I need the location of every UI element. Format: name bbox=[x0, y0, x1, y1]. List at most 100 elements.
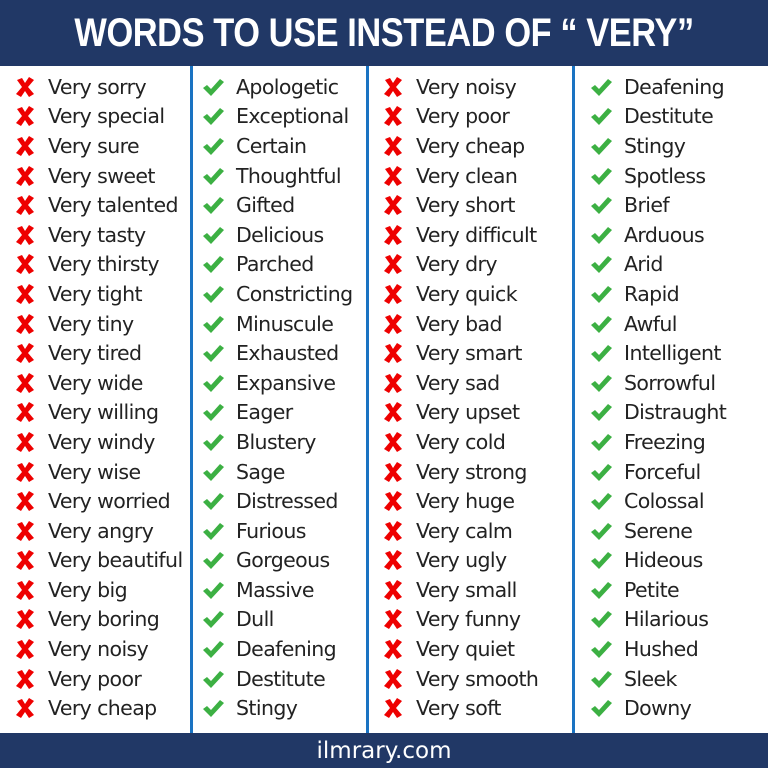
word-to-avoid-item: Very smooth bbox=[380, 664, 539, 694]
word-label: Serene bbox=[624, 518, 693, 543]
check-icon bbox=[200, 577, 226, 603]
word-to-avoid-item: Very tiny bbox=[12, 309, 183, 339]
column-alternatives-1: Apologetic Exceptional Certain Thoughtful Gi… bbox=[200, 72, 353, 723]
cross-icon bbox=[12, 133, 38, 159]
cross-icon bbox=[380, 429, 406, 455]
word-label: Very noisy bbox=[416, 74, 517, 99]
check-icon bbox=[200, 459, 226, 485]
word-to-avoid-item: Very big bbox=[12, 575, 183, 605]
alternative-word-item: Exceptional bbox=[200, 102, 353, 132]
word-to-avoid-item: Very smart bbox=[380, 338, 538, 368]
cross-icon bbox=[380, 340, 406, 366]
check-icon bbox=[588, 695, 614, 721]
word-to-avoid-item: Very clean bbox=[380, 161, 538, 191]
word-label: Very quiet bbox=[416, 637, 515, 662]
alternative-word-item: Stingy bbox=[588, 131, 726, 161]
cross-icon bbox=[380, 192, 406, 218]
check-icon bbox=[200, 340, 226, 366]
check-icon bbox=[200, 488, 226, 514]
column-divider bbox=[190, 66, 193, 733]
check-icon bbox=[200, 636, 226, 662]
check-icon bbox=[588, 606, 614, 632]
cross-icon bbox=[12, 459, 38, 485]
word-label: Very boring bbox=[48, 607, 160, 632]
word-to-avoid-item: Very sure bbox=[12, 131, 183, 161]
check-icon bbox=[200, 547, 226, 573]
word-label: Delicious bbox=[236, 222, 324, 247]
check-icon bbox=[200, 74, 226, 100]
word-label: Furious bbox=[236, 518, 306, 543]
cross-icon bbox=[380, 547, 406, 573]
check-icon bbox=[588, 488, 614, 514]
word-label: Very clean bbox=[416, 163, 518, 188]
word-label: Very huge bbox=[416, 489, 515, 514]
check-icon bbox=[200, 370, 226, 396]
alternative-word-item: Stingy bbox=[200, 693, 353, 723]
word-label: Very small bbox=[416, 577, 517, 602]
alternative-word-item: Intelligent bbox=[588, 338, 726, 368]
word-to-avoid-item: Very short bbox=[380, 190, 538, 220]
alternative-word-item: Freezing bbox=[588, 427, 726, 457]
word-label: Very angry bbox=[48, 518, 154, 543]
check-icon bbox=[588, 311, 614, 337]
word-label: Hideous bbox=[624, 548, 703, 573]
word-label: Very smooth bbox=[416, 666, 539, 691]
cross-icon bbox=[380, 281, 406, 307]
check-icon bbox=[588, 133, 614, 159]
word-label: Very strong bbox=[416, 459, 527, 484]
word-label: Very dry bbox=[416, 252, 498, 277]
alternative-word-item: Gorgeous bbox=[200, 546, 353, 576]
cross-icon bbox=[12, 429, 38, 455]
word-label: Gifted bbox=[236, 193, 295, 218]
word-to-avoid-item: Very calm bbox=[380, 516, 538, 546]
word-to-avoid-item: Very willing bbox=[12, 398, 183, 428]
alternative-word-item: Deafening bbox=[588, 72, 726, 102]
alternative-word-item: Massive bbox=[200, 575, 353, 605]
alternative-word-item: Rapid bbox=[588, 279, 726, 309]
word-label: Very cheap bbox=[48, 696, 157, 721]
word-to-avoid-item: Very beautiful bbox=[12, 546, 183, 576]
alternative-word-item: Spotless bbox=[588, 161, 726, 191]
cross-icon bbox=[12, 518, 38, 544]
word-label: Very thirsty bbox=[48, 252, 160, 277]
cross-icon bbox=[380, 695, 406, 721]
word-to-avoid-item: Very poor bbox=[380, 102, 538, 132]
word-label: Very smart bbox=[416, 341, 522, 366]
word-label: Very sad bbox=[416, 370, 500, 395]
alternative-word-item: Deafening bbox=[200, 634, 353, 664]
cross-icon bbox=[12, 577, 38, 603]
word-to-avoid-item: Very worried bbox=[12, 486, 183, 516]
word-label: Very sweet bbox=[48, 163, 155, 188]
cross-icon bbox=[380, 636, 406, 662]
alternative-word-item: Exhausted bbox=[200, 338, 353, 368]
word-label: Sleek bbox=[624, 666, 677, 691]
cross-icon bbox=[12, 311, 38, 337]
alternative-word-item: Minuscule bbox=[200, 309, 353, 339]
cross-icon bbox=[380, 222, 406, 248]
alternative-word-item: Apologetic bbox=[200, 72, 353, 102]
word-to-avoid-item: Very difficult bbox=[380, 220, 538, 250]
word-label: Forceful bbox=[624, 459, 701, 484]
check-icon bbox=[588, 666, 614, 692]
word-label: Very sure bbox=[48, 133, 140, 158]
cross-icon bbox=[380, 577, 406, 603]
site-name: ilmrary.com bbox=[316, 737, 452, 764]
word-label: Distressed bbox=[236, 489, 338, 514]
cross-icon bbox=[12, 695, 38, 721]
word-label: Freezing bbox=[624, 429, 706, 454]
word-label: Very tired bbox=[48, 341, 142, 366]
check-icon bbox=[588, 281, 614, 307]
word-label: Parched bbox=[236, 252, 314, 277]
cross-icon bbox=[380, 459, 406, 485]
cross-icon bbox=[380, 606, 406, 632]
title-banner: WORDS TO USE INSTEAD OF “ VERY” bbox=[0, 0, 768, 66]
alternative-word-item: Furious bbox=[200, 516, 353, 546]
word-label: Very ugly bbox=[416, 548, 507, 573]
word-to-avoid-item: Very sweet bbox=[12, 161, 183, 191]
word-label: Distraught bbox=[624, 400, 727, 425]
word-label: Very worried bbox=[48, 489, 171, 514]
cross-icon bbox=[380, 251, 406, 277]
alternative-word-item: Blustery bbox=[200, 427, 353, 457]
cross-icon bbox=[12, 547, 38, 573]
word-label: Petite bbox=[624, 577, 680, 602]
